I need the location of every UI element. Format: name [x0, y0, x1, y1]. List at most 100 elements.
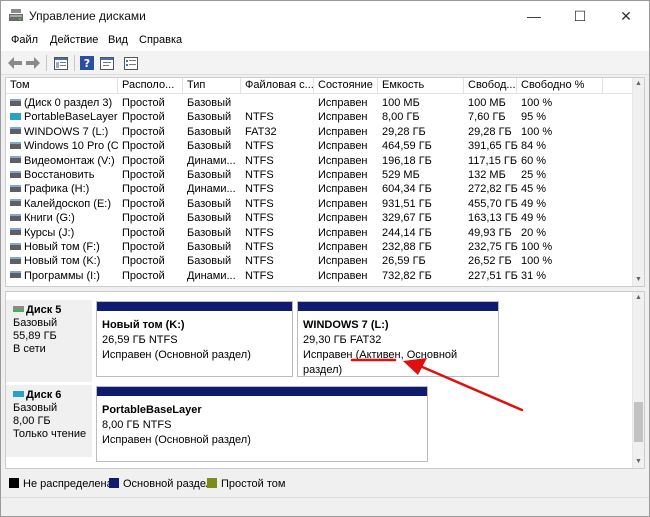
- partition-status-active: Активен: [359, 349, 401, 361]
- volume-icon: [10, 242, 21, 250]
- volume-fs-cell: NTFS: [245, 269, 274, 282]
- volume-layout-cell: Простой: [122, 140, 165, 153]
- volume-row[interactable]: Калейдоскоп (E:) Простой Базовый NTFS Исправ…: [6, 197, 634, 211]
- volume-free_pct-cell: 95 %: [521, 111, 547, 124]
- volume-free-cell: 391,65 ГБ: [468, 140, 518, 153]
- disk-5-label[interactable]: Диск 5 Базовый 55,89 ГБ В сети: [6, 300, 92, 382]
- volume-free_pct-cell: 100 %: [521, 97, 553, 109]
- column-header-type[interactable]: Тип: [183, 78, 241, 94]
- volume-row[interactable]: Видеомонтаж (V:) Простой Динами... NTFS Испр…: [6, 154, 634, 168]
- volume-row[interactable]: PortableBaseLayer Простой Базовый NTFS Испра…: [6, 110, 634, 124]
- volume-name-cell: Калейдоскоп (E:): [10, 197, 118, 211]
- scroll-down-arrow-icon[interactable]: ▼: [633, 274, 644, 286]
- properties-button[interactable]: [99, 55, 115, 71]
- volume-icon: [10, 184, 21, 192]
- volume-fs-cell: NTFS: [245, 226, 274, 239]
- volume-fs-cell: NTFS: [245, 169, 274, 181]
- menu-action[interactable]: Действие: [50, 34, 98, 46]
- column-header-free-percent[interactable]: Свободно %: [517, 78, 603, 94]
- help-button[interactable]: ?: [79, 55, 95, 71]
- menu-view[interactable]: Вид: [108, 34, 128, 46]
- volume-status-cell: Исправен: [318, 212, 368, 225]
- minimize-button[interactable]: —: [511, 1, 557, 31]
- column-header-filesystem[interactable]: Файловая с...: [241, 78, 314, 94]
- volume-capacity-cell: 529 МБ: [382, 169, 420, 181]
- volume-fs-cell: NTFS: [245, 154, 274, 167]
- partition-status: Исправен (Основной раздел): [102, 349, 251, 361]
- close-icon: ✕: [620, 7, 632, 24]
- disk-map-scrollbar[interactable]: ▲ ▼: [632, 292, 644, 468]
- volume-capacity-cell: 329,67 ГБ: [382, 212, 432, 225]
- volume-row[interactable]: Программы (I:) Простой Динами... NTFS Исправ…: [6, 269, 634, 283]
- partition-name: WINDOWS 7 (L:): [303, 319, 389, 331]
- volume-type-cell: Базовый: [187, 241, 232, 253]
- volume-row[interactable]: Новый том (F:) Простой Базовый NTFS Исправен…: [6, 240, 634, 254]
- scroll-up-arrow-icon[interactable]: ▲: [633, 292, 644, 304]
- scroll-down-arrow-icon[interactable]: ▼: [633, 456, 644, 468]
- volume-layout-cell: Простой: [122, 269, 165, 282]
- legend-unallocated: Не распределена: [9, 478, 113, 490]
- column-header-free-space[interactable]: Свобод...: [464, 78, 517, 94]
- legend-swatch: [9, 478, 19, 489]
- back-button[interactable]: [7, 55, 23, 71]
- volume-list: Том Располо... Тип Файловая с... Состоян…: [5, 77, 645, 287]
- volume-icon: [10, 170, 21, 178]
- disk-management-window: Управление дисками — ☐ ✕ Файл Действие В…: [0, 0, 650, 517]
- volume-type-cell: Базовый: [187, 255, 232, 268]
- volume-free_pct-cell: 49 %: [521, 197, 547, 210]
- volume-name: Программы (I:): [24, 269, 100, 282]
- menu-help[interactable]: Справка: [139, 34, 182, 46]
- status-bar: [1, 497, 649, 516]
- legend-primary-partition: Основной раздел: [109, 478, 212, 490]
- volume-name: PortableBaseLayer: [24, 111, 118, 124]
- volume-row[interactable]: Книги (G:) Простой Базовый NTFS Исправен 329,…: [6, 211, 634, 225]
- volume-row[interactable]: Новый том (K:) Простой Базовый NTFS Исправен…: [6, 254, 634, 268]
- volume-status-cell: Исправен: [318, 269, 368, 282]
- list-view-button[interactable]: [123, 55, 139, 71]
- volume-row[interactable]: WINDOWS 7 (L:) Простой Базовый FAT32 Исправе…: [6, 125, 634, 139]
- close-button[interactable]: ✕: [603, 1, 649, 31]
- console-tree-button[interactable]: [53, 55, 69, 71]
- volume-fs-cell: NTFS: [245, 111, 274, 124]
- volume-list-scrollbar[interactable]: ▲ ▼: [632, 78, 644, 286]
- partition-name: Новый том (K:): [102, 319, 185, 331]
- volume-name: Восстановить: [24, 169, 95, 181]
- volume-row[interactable]: Курсы (J:) Простой Базовый NTFS Исправен 244,…: [6, 226, 634, 240]
- volume-fs-cell: NTFS: [245, 197, 274, 210]
- scrollbar-thumb[interactable]: [634, 402, 643, 442]
- volume-row[interactable]: Восстановить Простой Базовый NTFS Исправен 52…: [6, 168, 634, 182]
- column-header-status[interactable]: Состояние: [314, 78, 378, 94]
- column-header-volume[interactable]: Том: [6, 78, 118, 94]
- volume-free-cell: 132 МБ: [468, 169, 506, 181]
- volume-row[interactable]: Windows 10 Pro (C:) Простой Базовый NTFS Исп…: [6, 139, 634, 153]
- volume-fs-cell: NTFS: [245, 183, 274, 196]
- volume-layout-cell: Простой: [122, 125, 165, 138]
- volume-row[interactable]: (Диск 0 раздел 3) Простой Базовый Исправен 1…: [6, 96, 634, 110]
- volume-type-cell: Базовый: [187, 140, 232, 153]
- column-header-layout[interactable]: Располо...: [118, 78, 183, 94]
- volume-free_pct-cell: 20 %: [521, 226, 547, 239]
- partition-portable-base-layer[interactable]: PortableBaseLayer 8,00 ГБ NTFS Исправен …: [96, 386, 428, 462]
- volume-icon: [10, 271, 21, 279]
- volume-status-cell: Исправен: [318, 183, 368, 196]
- partition-new-volume-k[interactable]: Новый том (K:) 26,59 ГБ NTFS Исправен (О…: [96, 301, 293, 377]
- maximize-button[interactable]: ☐: [557, 1, 603, 31]
- scroll-up-arrow-icon[interactable]: ▲: [633, 78, 644, 90]
- menu-file[interactable]: Файл: [11, 34, 38, 46]
- volume-row[interactable]: Графика (H:) Простой Динами... NTFS Исправен…: [6, 182, 634, 196]
- volume-capacity-cell: 604,34 ГБ: [382, 183, 432, 196]
- disk-6-label[interactable]: Диск 6 Базовый 8,00 ГБ Только чтение: [6, 385, 92, 457]
- volume-capacity-cell: 26,59 ГБ: [382, 255, 426, 268]
- disk-icon: [13, 391, 24, 398]
- volume-free-cell: 163,13 ГБ: [468, 212, 518, 225]
- volume-free_pct-cell: 84 %: [521, 140, 547, 153]
- partition-name: PortableBaseLayer: [102, 404, 202, 416]
- forward-button[interactable]: [25, 55, 41, 71]
- volume-icon: [10, 141, 21, 149]
- volume-type-cell: Динами...: [187, 154, 236, 167]
- volume-free-cell: 7,60 ГБ: [468, 111, 506, 124]
- volume-name-cell: PortableBaseLayer: [10, 110, 118, 124]
- partition-windows7-l[interactable]: WINDOWS 7 (L:) 29,30 ГБ FAT32 Исправен (…: [297, 301, 499, 377]
- column-header-capacity[interactable]: Емкость: [378, 78, 464, 94]
- console-icon: [54, 56, 68, 70]
